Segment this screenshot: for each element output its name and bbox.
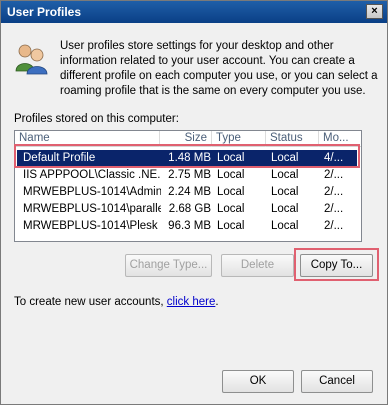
title-bar: User Profiles × (1, 1, 387, 23)
profile-status: Local (271, 220, 299, 232)
profile-name: MRWEBPLUS-1014\Plesk ... (23, 220, 161, 232)
click-here-link[interactable]: click here (167, 296, 216, 308)
user-profiles-dialog: User Profiles × User profiles store sett… (0, 0, 388, 405)
profile-name: MRWEBPLUS-1014\parallels (23, 203, 161, 215)
profile-status: Local (271, 203, 299, 215)
profiles-label: Profiles stored on this computer: (14, 113, 179, 125)
description-text: User profiles store settings for your de… (60, 40, 378, 97)
profile-size: 1.48 MB (168, 152, 211, 164)
profile-modified: 2/... (324, 169, 344, 181)
column-header-size[interactable]: Size (160, 131, 212, 147)
column-header-modified[interactable]: Mo... (319, 131, 361, 147)
profile-name: Default Profile (23, 152, 96, 164)
column-header-status[interactable]: Status (266, 131, 319, 147)
table-row[interactable]: IIS APPPOOL\Classic .NE... 2.75 MB Local… (17, 167, 357, 184)
users-icon (15, 44, 48, 75)
create-accounts-suffix: . (215, 296, 219, 308)
ok-button[interactable]: OK (222, 370, 294, 393)
delete-button[interactable]: Delete (221, 254, 294, 277)
profile-status: Local (271, 169, 299, 181)
change-type-button[interactable]: Change Type... (125, 254, 212, 277)
profile-status: Local (271, 152, 299, 164)
table-row[interactable]: MRWEBPLUS-1014\Plesk ... 96.3 MB Local L… (17, 218, 357, 235)
profile-type: Local (217, 152, 245, 164)
profile-size: 2.68 GB (168, 203, 211, 215)
profile-name: IIS APPPOOL\Classic .NE... (23, 169, 161, 181)
profile-type: Local (217, 169, 245, 181)
list-header: Name Size Type Status Mo... (15, 131, 361, 147)
table-row[interactable]: Default Profile 1.48 MB Local Local 4/..… (17, 150, 357, 167)
column-header-name[interactable]: Name (15, 131, 160, 147)
profile-modified: 2/... (324, 203, 344, 215)
profile-type: Local (217, 203, 245, 215)
window-title: User Profiles (7, 5, 82, 19)
profile-size: 2.24 MB (168, 186, 211, 198)
profile-modified: 2/... (324, 186, 344, 198)
table-row[interactable]: MRWEBPLUS-1014\parallels 2.68 GB Local L… (17, 201, 357, 218)
profile-status: Local (271, 186, 299, 198)
profile-type: Local (217, 220, 245, 232)
copy-to-button[interactable]: Copy To... (300, 254, 373, 277)
close-icon[interactable]: × (366, 4, 383, 19)
create-accounts-text: To create new user accounts, click here. (14, 296, 219, 308)
profile-size: 2.75 MB (168, 169, 211, 181)
table-row[interactable]: MRWEBPLUS-1014\Admin... 2.24 MB Local Lo… (17, 184, 357, 201)
profile-name: MRWEBPLUS-1014\Admin... (23, 186, 161, 198)
profiles-list[interactable]: Name Size Type Status Mo... Default Prof… (14, 130, 362, 242)
profile-modified: 2/... (324, 220, 344, 232)
column-header-type[interactable]: Type (212, 131, 266, 147)
profile-modified: 4/... (324, 152, 344, 164)
profile-size: 96.3 MB (168, 220, 211, 232)
cancel-button[interactable]: Cancel (301, 370, 373, 393)
create-accounts-label: To create new user accounts, (14, 296, 167, 308)
profile-type: Local (217, 186, 245, 198)
